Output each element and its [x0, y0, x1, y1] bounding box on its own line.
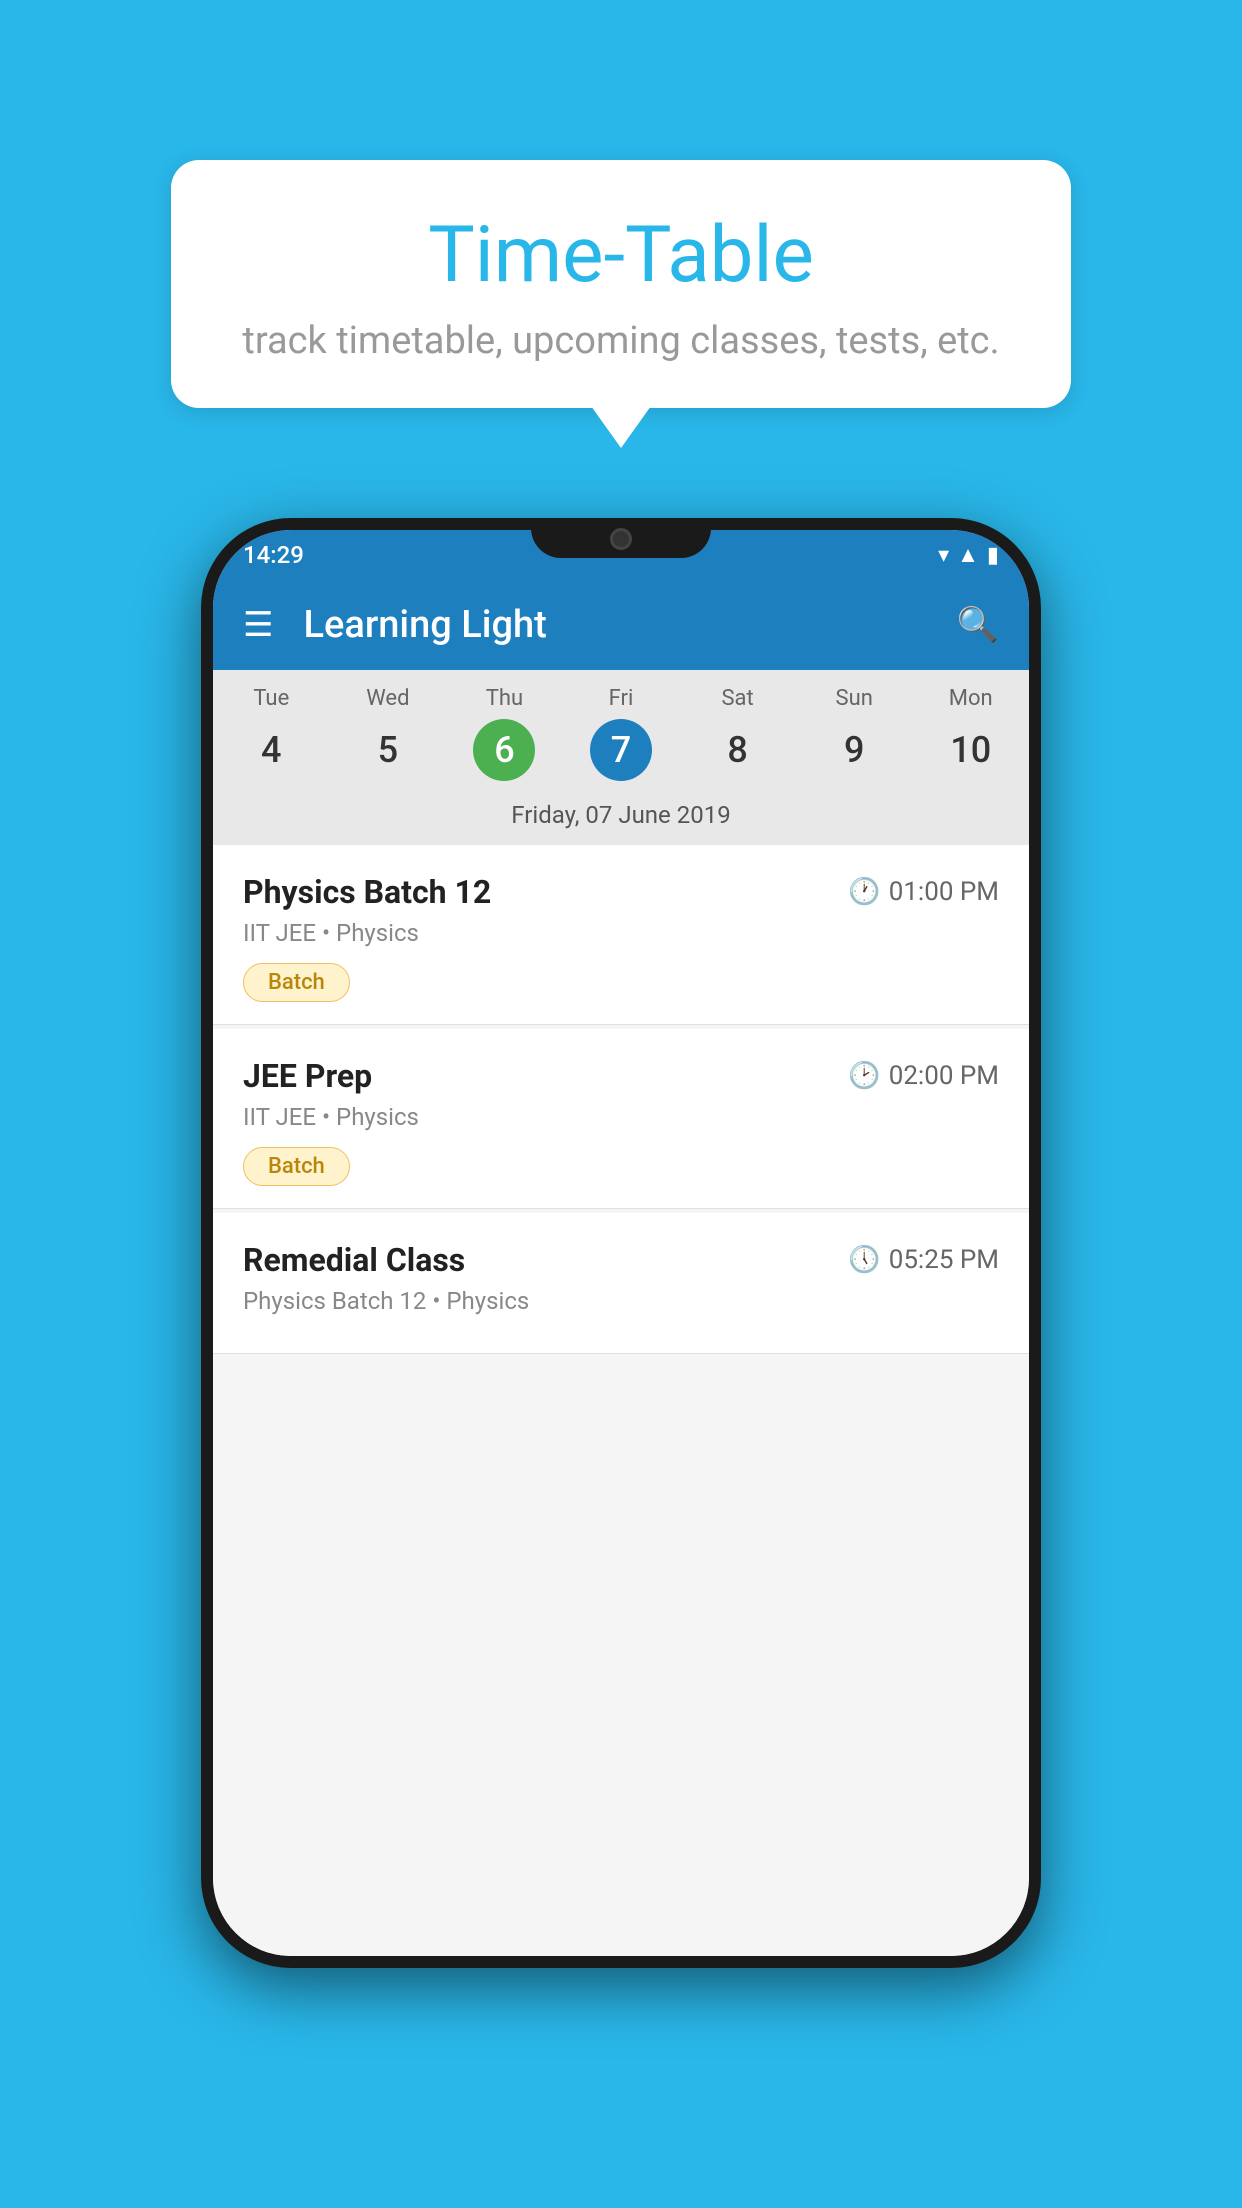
phone-frame: 14:29 ▾ ▲ ▮ ☰ Learning Light 🔍 Tue 4 [201, 518, 1041, 1968]
schedule-item-2-subtitle: IIT JEE • Physics [243, 1103, 999, 1131]
schedule-item-3-title: Remedial Class [243, 1241, 465, 1279]
day-num-wed: 5 [357, 719, 419, 781]
schedule-item-3-header: Remedial Class 🕔 05:25 PM [243, 1241, 999, 1279]
schedule-item-2-header: JEE Prep 🕑 02:00 PM [243, 1057, 999, 1095]
selected-date-label: Friday, 07 June 2019 [213, 789, 1029, 845]
schedule-item-2[interactable]: JEE Prep 🕑 02:00 PM IIT JEE • Physics Ba… [213, 1029, 1029, 1209]
schedule-item-1-subtitle: IIT JEE • Physics [243, 919, 999, 947]
schedule-item-3-time: 🕔 05:25 PM [848, 1245, 999, 1275]
search-icon[interactable]: 🔍 [957, 605, 999, 645]
schedule-item-1-header: Physics Batch 12 🕐 01:00 PM [243, 873, 999, 911]
schedule-item-2-time: 🕑 02:00 PM [848, 1061, 999, 1091]
signal-icon: ▲ [957, 542, 979, 568]
day-num-tue: 4 [240, 719, 302, 781]
phone-notch [531, 518, 711, 558]
phone-screen: 14:29 ▾ ▲ ▮ ☰ Learning Light 🔍 Tue 4 [213, 530, 1029, 1956]
day-num-mon: 10 [940, 719, 1002, 781]
day-name-mon: Mon [912, 686, 1029, 711]
bubble-subtitle: track timetable, upcoming classes, tests… [231, 319, 1011, 363]
clock-icon-2: 🕑 [848, 1061, 880, 1091]
day-name-sat: Sat [679, 686, 796, 711]
day-name-fri: Fri [563, 686, 680, 711]
day-col-mon[interactable]: Mon 10 [912, 686, 1029, 781]
schedule-item-1-time: 🕐 01:00 PM [848, 877, 999, 907]
day-name-sun: Sun [796, 686, 913, 711]
clock-icon-1: 🕐 [848, 877, 880, 907]
speech-bubble: Time-Table track timetable, upcoming cla… [171, 160, 1071, 408]
schedule-item-2-title: JEE Prep [243, 1057, 372, 1095]
day-num-thu: 6 [473, 719, 535, 781]
app-bar: ☰ Learning Light 🔍 [213, 580, 1029, 670]
day-name-tue: Tue [213, 686, 330, 711]
week-days-header: Tue 4 Wed 5 Thu 6 Fri 7 [213, 670, 1029, 789]
status-icons: ▾ ▲ ▮ [938, 542, 999, 568]
batch-badge-2: Batch [243, 1147, 350, 1186]
app-title: Learning Light [303, 603, 956, 647]
battery-icon: ▮ [987, 543, 999, 568]
day-num-sun: 9 [823, 719, 885, 781]
schedule-item-3-subtitle: Physics Batch 12 • Physics [243, 1287, 999, 1315]
status-time: 14:29 [243, 541, 304, 569]
day-col-sat[interactable]: Sat 8 [679, 686, 796, 781]
day-col-fri[interactable]: Fri 7 [563, 686, 680, 781]
day-num-sat: 8 [707, 719, 769, 781]
day-name-wed: Wed [330, 686, 447, 711]
schedule-item-3[interactable]: Remedial Class 🕔 05:25 PM Physics Batch … [213, 1213, 1029, 1354]
bubble-title: Time-Table [231, 210, 1011, 301]
clock-icon-3: 🕔 [848, 1245, 880, 1275]
day-col-sun[interactable]: Sun 9 [796, 686, 913, 781]
phone-camera [610, 528, 632, 550]
schedule-item-1[interactable]: Physics Batch 12 🕐 01:00 PM IIT JEE • Ph… [213, 845, 1029, 1025]
speech-bubble-section: Time-Table track timetable, upcoming cla… [171, 160, 1071, 408]
day-name-thu: Thu [446, 686, 563, 711]
day-num-fri: 7 [590, 719, 652, 781]
batch-badge-1: Batch [243, 963, 350, 1002]
phone-mockup: 14:29 ▾ ▲ ▮ ☰ Learning Light 🔍 Tue 4 [201, 518, 1041, 1968]
schedule-list: Physics Batch 12 🕐 01:00 PM IIT JEE • Ph… [213, 845, 1029, 1956]
day-col-tue[interactable]: Tue 4 [213, 686, 330, 781]
wifi-icon: ▾ [938, 543, 949, 568]
day-col-wed[interactable]: Wed 5 [330, 686, 447, 781]
calendar-section: Tue 4 Wed 5 Thu 6 Fri 7 [213, 670, 1029, 845]
hamburger-icon[interactable]: ☰ [243, 608, 273, 642]
day-col-thu[interactable]: Thu 6 [446, 686, 563, 781]
schedule-item-1-title: Physics Batch 12 [243, 873, 491, 911]
